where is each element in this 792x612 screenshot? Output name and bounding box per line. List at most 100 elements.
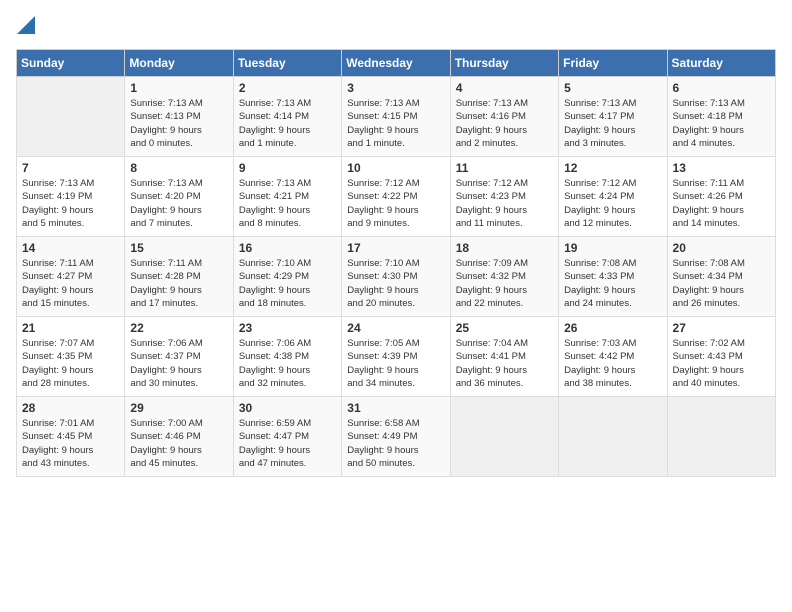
logo-triangle-icon (17, 16, 35, 34)
cell-content: Sunrise: 7:08 AMSunset: 4:34 PMDaylight:… (673, 257, 770, 310)
calendar-cell: 12 Sunrise: 7:12 AMSunset: 4:24 PMDayligh… (559, 157, 667, 237)
calendar-cell: 9Sunrise: 7:13 AMSunset: 4:21 PMDaylight… (233, 157, 341, 237)
day-number: 4 (456, 81, 553, 95)
cell-content: Sunrise: 7:12 AMSunset: 4:22 PMDaylight:… (347, 177, 444, 230)
cell-content: Sunrise: 7:05 AMSunset: 4:39 PMDaylight:… (347, 337, 444, 390)
day-number: 12 (564, 161, 661, 175)
column-header-wednesday: Wednesday (342, 50, 450, 77)
day-number: 17 (347, 241, 444, 255)
day-number: 31 (347, 401, 444, 415)
cell-content: Sunrise: 7:03 AMSunset: 4:42 PMDaylight:… (564, 337, 661, 390)
cell-content: Sunrise: 7:13 AMSunset: 4:15 PMDaylight:… (347, 97, 444, 150)
calendar-cell: 27Sunrise: 7:02 AMSunset: 4:43 PMDayligh… (667, 317, 775, 397)
cell-content: Sunrise: 7:00 AMSunset: 4:46 PMDaylight:… (130, 417, 227, 470)
logo (16, 16, 35, 37)
day-number: 21 (22, 321, 119, 335)
calendar-cell: 16 Sunrise: 7:10 AMSunset: 4:29 PMDayligh… (233, 237, 341, 317)
calendar-week-row: 7 Sunrise: 7:13 AMSunset: 4:19 PMDaylight… (17, 157, 776, 237)
page-header (16, 16, 776, 37)
day-number: 15 (130, 241, 227, 255)
day-number: 24 (347, 321, 444, 335)
calendar-cell: 13 Sunrise: 7:11 AMSunset: 4:26 PMDayligh… (667, 157, 775, 237)
calendar-cell: 3Sunrise: 7:13 AMSunset: 4:15 PMDaylight… (342, 77, 450, 157)
calendar-cell: 20 Sunrise: 7:08 AMSunset: 4:34 PMDayligh… (667, 237, 775, 317)
calendar-cell: 6 Sunrise: 7:13 AMSunset: 4:18 PMDaylight… (667, 77, 775, 157)
calendar-cell: 14 Sunrise: 7:11 AMSunset: 4:27 PMDayligh… (17, 237, 125, 317)
cell-content: Sunrise: 7:06 AMSunset: 4:37 PMDaylight:… (130, 337, 227, 390)
day-number: 26 (564, 321, 661, 335)
cell-content: Sunrise: 7:12 AMSunset: 4:23 PMDaylight:… (456, 177, 553, 230)
calendar-week-row: 28Sunrise: 7:01 AMSunset: 4:45 PMDayligh… (17, 397, 776, 477)
cell-content: Sunrise: 7:11 AMSunset: 4:28 PMDaylight:… (130, 257, 227, 310)
calendar-cell (17, 77, 125, 157)
calendar-cell: 19 Sunrise: 7:08 AMSunset: 4:33 PMDayligh… (559, 237, 667, 317)
calendar-cell: 1 Sunrise: 7:13 AMSunset: 4:13 PMDaylight… (125, 77, 233, 157)
calendar-cell: 23 Sunrise: 7:06 AMSunset: 4:38 PMDayligh… (233, 317, 341, 397)
cell-content: Sunrise: 7:13 AMSunset: 4:20 PMDaylight:… (130, 177, 227, 230)
day-number: 18 (456, 241, 553, 255)
calendar-cell: 2 Sunrise: 7:13 AMSunset: 4:14 PMDaylight… (233, 77, 341, 157)
cell-content: Sunrise: 7:13 AMSunset: 4:13 PMDaylight:… (130, 97, 227, 150)
cell-content: Sunrise: 7:09 AMSunset: 4:32 PMDaylight:… (456, 257, 553, 310)
cell-content: Sunrise: 7:13 AMSunset: 4:16 PMDaylight:… (456, 97, 553, 150)
day-number: 2 (239, 81, 336, 95)
calendar-week-row: 1 Sunrise: 7:13 AMSunset: 4:13 PMDaylight… (17, 77, 776, 157)
calendar-cell: 28Sunrise: 7:01 AMSunset: 4:45 PMDayligh… (17, 397, 125, 477)
day-number: 20 (673, 241, 770, 255)
cell-content: Sunrise: 7:04 AMSunset: 4:41 PMDaylight:… (456, 337, 553, 390)
cell-content: Sunrise: 7:13 AMSunset: 4:21 PMDaylight:… (239, 177, 336, 230)
cell-content: Sunrise: 6:58 AMSunset: 4:49 PMDaylight:… (347, 417, 444, 470)
day-number: 6 (673, 81, 770, 95)
day-number: 1 (130, 81, 227, 95)
column-header-tuesday: Tuesday (233, 50, 341, 77)
day-number: 11 (456, 161, 553, 175)
calendar-cell: 22Sunrise: 7:06 AMSunset: 4:37 PMDayligh… (125, 317, 233, 397)
cell-content: Sunrise: 7:07 AMSunset: 4:35 PMDaylight:… (22, 337, 119, 390)
day-number: 8 (130, 161, 227, 175)
calendar-cell: 11 Sunrise: 7:12 AMSunset: 4:23 PMDayligh… (450, 157, 558, 237)
calendar-cell: 26 Sunrise: 7:03 AMSunset: 4:42 PMDayligh… (559, 317, 667, 397)
calendar-table: SundayMondayTuesdayWednesdayThursdayFrid… (16, 49, 776, 477)
calendar-cell: 25 Sunrise: 7:04 AMSunset: 4:41 PMDayligh… (450, 317, 558, 397)
day-number: 16 (239, 241, 336, 255)
cell-content: Sunrise: 7:10 AMSunset: 4:29 PMDaylight:… (239, 257, 336, 310)
cell-content: Sunrise: 7:11 AMSunset: 4:27 PMDaylight:… (22, 257, 119, 310)
day-number: 7 (22, 161, 119, 175)
cell-content: Sunrise: 7:13 AMSunset: 4:19 PMDaylight:… (22, 177, 119, 230)
cell-content: Sunrise: 7:01 AMSunset: 4:45 PMDaylight:… (22, 417, 119, 470)
calendar-cell: 29 Sunrise: 7:00 AMSunset: 4:46 PMDayligh… (125, 397, 233, 477)
column-header-monday: Monday (125, 50, 233, 77)
cell-content: Sunrise: 7:06 AMSunset: 4:38 PMDaylight:… (239, 337, 336, 390)
calendar-week-row: 21 Sunrise: 7:07 AMSunset: 4:35 PMDayligh… (17, 317, 776, 397)
calendar-cell (559, 397, 667, 477)
day-number: 19 (564, 241, 661, 255)
column-header-friday: Friday (559, 50, 667, 77)
calendar-cell: 17 Sunrise: 7:10 AMSunset: 4:30 PMDayligh… (342, 237, 450, 317)
cell-content: Sunrise: 7:13 AMSunset: 4:18 PMDaylight:… (673, 97, 770, 150)
day-number: 14 (22, 241, 119, 255)
calendar-cell: 15 Sunrise: 7:11 AMSunset: 4:28 PMDayligh… (125, 237, 233, 317)
day-number: 25 (456, 321, 553, 335)
day-number: 30 (239, 401, 336, 415)
day-number: 23 (239, 321, 336, 335)
cell-content: Sunrise: 7:12 AMSunset: 4:24 PMDaylight:… (564, 177, 661, 230)
cell-content: Sunrise: 7:08 AMSunset: 4:33 PMDaylight:… (564, 257, 661, 310)
calendar-cell: 24 Sunrise: 7:05 AMSunset: 4:39 PMDayligh… (342, 317, 450, 397)
calendar-cell: 4 Sunrise: 7:13 AMSunset: 4:16 PMDaylight… (450, 77, 558, 157)
day-number: 29 (130, 401, 227, 415)
calendar-cell: 10 Sunrise: 7:12 AMSunset: 4:22 PMDayligh… (342, 157, 450, 237)
cell-content: Sunrise: 7:11 AMSunset: 4:26 PMDaylight:… (673, 177, 770, 230)
calendar-week-row: 14 Sunrise: 7:11 AMSunset: 4:27 PMDayligh… (17, 237, 776, 317)
cell-content: Sunrise: 7:13 AMSunset: 4:17 PMDaylight:… (564, 97, 661, 150)
cell-content: Sunrise: 7:10 AMSunset: 4:30 PMDaylight:… (347, 257, 444, 310)
day-number: 13 (673, 161, 770, 175)
calendar-header-row: SundayMondayTuesdayWednesdayThursdayFrid… (17, 50, 776, 77)
calendar-cell (667, 397, 775, 477)
calendar-cell: 5 Sunrise: 7:13 AMSunset: 4:17 PMDaylight… (559, 77, 667, 157)
day-number: 5 (564, 81, 661, 95)
calendar-cell: 8 Sunrise: 7:13 AMSunset: 4:20 PMDaylight… (125, 157, 233, 237)
calendar-cell (450, 397, 558, 477)
day-number: 10 (347, 161, 444, 175)
cell-content: Sunrise: 7:02 AMSunset: 4:43 PMDaylight:… (673, 337, 770, 390)
cell-content: Sunrise: 7:13 AMSunset: 4:14 PMDaylight:… (239, 97, 336, 150)
